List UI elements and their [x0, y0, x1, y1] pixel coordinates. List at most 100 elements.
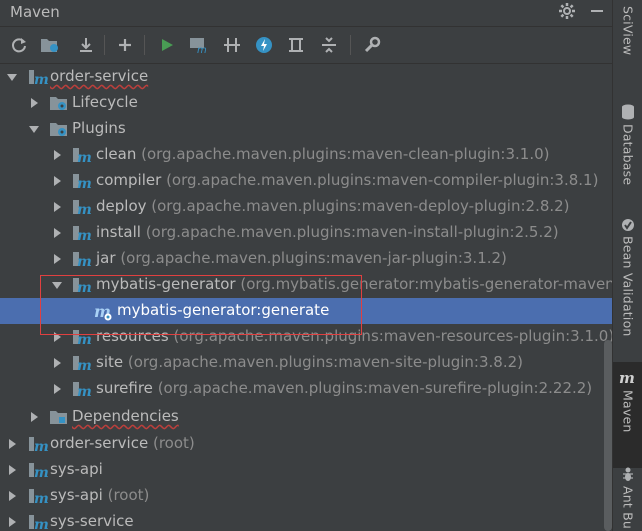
show-dependencies-icon[interactable] — [286, 35, 306, 55]
maven-module-icon: m — [29, 70, 48, 86]
svg-text:m: m — [77, 228, 92, 242]
execute-goal-icon[interactable]: m — [189, 35, 209, 55]
wrench-icon[interactable] — [362, 35, 382, 55]
tree-node-project[interactable]: m sys-api (root) — [0, 483, 612, 509]
maven-plugin-icon: m — [73, 252, 92, 268]
tab-ant-build[interactable]: Ant Bu — [613, 466, 642, 529]
database-icon — [622, 104, 634, 120]
project-suffix: (root) — [152, 434, 195, 452]
download-icon[interactable] — [76, 35, 96, 55]
folder-gear-icon — [50, 123, 67, 136]
project-name: sys-api — [50, 486, 103, 504]
tab-maven-label: Maven — [620, 390, 636, 433]
svg-text:m: m — [197, 45, 207, 54]
tree-node-project[interactable]: m sys-service — [0, 509, 612, 531]
plugin-item[interactable]: m deploy (org.apache.maven.plugins:maven… — [0, 194, 612, 220]
chevron-right-icon[interactable] — [51, 357, 63, 369]
tree-node-project[interactable]: m sys-api — [0, 457, 612, 483]
chevron-right-icon[interactable] — [28, 411, 40, 423]
chevron-right-icon[interactable] — [51, 175, 63, 187]
maven-module-icon: m — [29, 463, 48, 479]
maven-module-icon: m — [29, 489, 48, 505]
chevron-right-icon[interactable] — [6, 490, 18, 502]
plugin-coordinates: (org.apache.maven.plugins:maven-site-plu… — [127, 353, 523, 371]
chevron-right-icon[interactable] — [28, 97, 40, 109]
plugin-coordinates: (org.apache.maven.plugins:maven-compiler… — [166, 171, 599, 189]
tab-maven[interactable]: m Maven — [613, 362, 642, 468]
chevron-right-icon[interactable] — [51, 383, 63, 395]
hide-panel-icon[interactable] — [590, 4, 604, 18]
svg-text:m: m — [77, 384, 92, 398]
maven-icon: m — [619, 370, 635, 386]
tree-node-lifecycle[interactable]: Lifecycle — [0, 90, 612, 116]
chevron-right-icon[interactable] — [51, 227, 63, 239]
folder-gear-icon — [50, 97, 67, 110]
chevron-right-icon[interactable] — [6, 464, 18, 476]
maven-module-icon: m — [29, 515, 48, 531]
chevron-right-icon[interactable] — [51, 149, 63, 161]
tree-node-dependencies[interactable]: Dependencies — [0, 404, 612, 430]
tab-database[interactable]: Database — [613, 104, 642, 185]
svg-text:m: m — [77, 254, 92, 268]
tab-sciview[interactable]: SciView — [613, 6, 642, 55]
tree-scrollbar[interactable] — [604, 340, 612, 531]
chevron-down-icon[interactable] — [28, 123, 40, 135]
gear-icon[interactable] — [558, 2, 576, 20]
maven-plugin-icon: m — [73, 148, 92, 164]
maven-plugin-icon: m — [73, 382, 92, 398]
panel-header: Maven — [0, 0, 612, 27]
svg-text:m: m — [34, 465, 48, 479]
plugin-name: clean — [96, 145, 137, 163]
tree-node-project[interactable]: m order-service — [0, 64, 612, 90]
dependencies-folder-icon — [50, 411, 67, 424]
maven-module-icon: m — [29, 437, 48, 453]
collapse-all-icon[interactable] — [319, 35, 339, 55]
plugin-coordinates: (org.apache.maven.plugins:maven-install-… — [145, 223, 559, 241]
toggle-offline-icon[interactable] — [222, 35, 242, 55]
reload-icon[interactable] — [9, 35, 29, 55]
plugin-coordinates: (org.apache.maven.plugins:maven-surefire… — [157, 379, 593, 397]
plugin-item[interactable]: m compiler (org.apache.maven.plugins:mav… — [0, 168, 612, 194]
svg-text:m: m — [77, 150, 92, 164]
lifecycle-label: Lifecycle — [72, 93, 138, 111]
chevron-right-icon[interactable] — [51, 253, 63, 265]
plugin-item[interactable]: m site (org.apache.maven.plugins:maven-s… — [0, 350, 612, 376]
plugin-item[interactable]: m surefire (org.apache.maven.plugins:mav… — [0, 376, 612, 402]
plugin-name: site — [96, 353, 124, 371]
plugin-item[interactable]: m clean (org.apache.maven.plugins:maven-… — [0, 142, 612, 168]
maven-plugin-icon: m — [73, 174, 92, 190]
tree-node-plugins[interactable]: Plugins — [0, 116, 612, 142]
svg-text:m: m — [77, 358, 92, 372]
skip-tests-icon[interactable] — [254, 35, 274, 55]
project-name: sys-api — [50, 460, 103, 478]
svg-text:m: m — [77, 176, 92, 190]
maven-plugin-icon: m — [73, 200, 92, 216]
chevron-right-icon[interactable] — [51, 201, 63, 213]
chevron-right-icon[interactable] — [6, 516, 18, 528]
plugin-coordinates: (org.apache.maven.plugins:maven-deploy-p… — [151, 197, 570, 215]
plugin-name: surefire — [96, 379, 153, 397]
tab-bean-validation[interactable]: Bean Validation — [613, 218, 642, 337]
tab-bean-validation-label: Bean Validation — [620, 236, 636, 337]
add-icon[interactable] — [115, 35, 135, 55]
plugin-item[interactable]: m install (org.apache.maven.plugins:mave… — [0, 220, 612, 246]
add-maven-project-icon[interactable] — [40, 35, 60, 55]
plugin-name: deploy — [96, 197, 147, 215]
project-name: order-service — [50, 434, 149, 452]
tab-sciview-label: SciView — [620, 6, 636, 56]
panel-title: Maven — [10, 3, 60, 21]
plugin-item[interactable]: m jar (org.apache.maven.plugins:maven-ja… — [0, 246, 612, 272]
tab-ant-build-label: Ant Bu — [620, 486, 636, 530]
maven-toolbar: m — [0, 27, 612, 64]
run-icon[interactable] — [157, 35, 177, 55]
tree-node-project[interactable]: m order-service (root) — [0, 431, 612, 457]
svg-text:m: m — [34, 72, 48, 86]
maven-plugin-icon: m — [73, 356, 92, 372]
svg-text:m: m — [34, 491, 48, 505]
plugin-coordinates: (org.apache.maven.plugins:maven-jar-plug… — [120, 249, 507, 267]
svg-text:m: m — [77, 202, 92, 216]
project-name: order-service — [50, 67, 149, 85]
chevron-right-icon[interactable] — [6, 438, 18, 450]
maven-plugin-icon: m — [73, 226, 92, 242]
chevron-down-icon[interactable] — [6, 71, 18, 83]
